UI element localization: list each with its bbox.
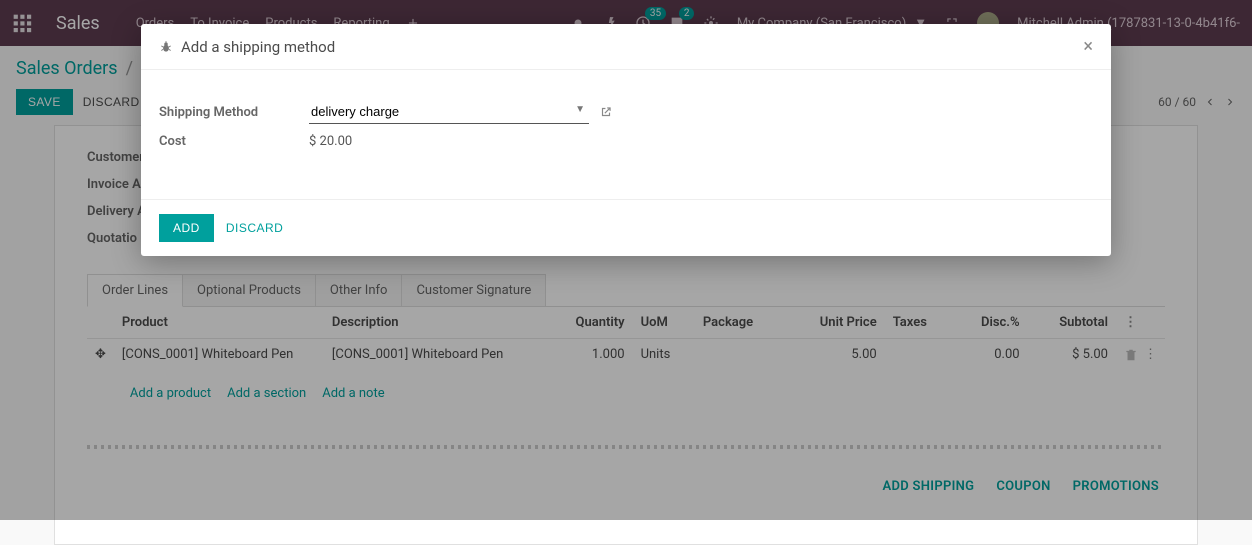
modal-overlay: Add a shipping method × Shipping Method … [0, 0, 1252, 520]
label-cost: Cost [159, 134, 309, 149]
modal-discard-button[interactable]: DISCARD [226, 214, 284, 242]
add-button[interactable]: ADD [159, 214, 214, 242]
modal-title: Add a shipping method [181, 38, 335, 56]
add-shipping-modal: Add a shipping method × Shipping Method … [141, 24, 1111, 256]
shipping-method-input[interactable] [309, 100, 589, 124]
close-icon[interactable]: × [1083, 36, 1093, 57]
bug-icon[interactable] [159, 40, 173, 54]
cost-value: $ 20.00 [309, 134, 352, 149]
external-link-icon[interactable] [599, 105, 613, 119]
label-shipping-method: Shipping Method [159, 105, 309, 120]
